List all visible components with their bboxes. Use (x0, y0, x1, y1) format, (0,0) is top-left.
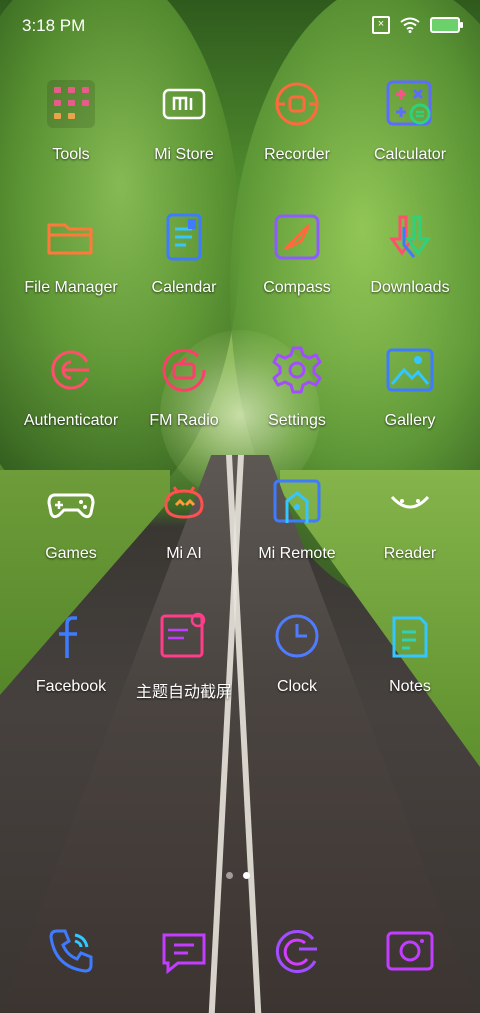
app-label: Games (45, 545, 97, 562)
app-settings[interactable]: Settings (237, 344, 357, 454)
app-label: Gallery (384, 412, 436, 429)
app-label: Calendar (151, 279, 217, 296)
app-reader[interactable]: Reader (350, 477, 470, 587)
facebook-icon (59, 616, 77, 658)
app-mi-ai[interactable]: Mi AI (124, 477, 244, 587)
app-notes[interactable]: Notes (350, 610, 470, 720)
app-label: Notes (389, 678, 431, 695)
remote-icon (273, 479, 321, 523)
dock-browser[interactable] (237, 925, 357, 985)
app-file-manager[interactable]: File Manager (11, 211, 131, 321)
screenshot-icon (160, 612, 206, 658)
app-recorder[interactable]: Recorder (237, 78, 357, 188)
gear-icon (272, 346, 322, 394)
app-games[interactable]: Games (11, 477, 131, 587)
mi-ai-icon (164, 486, 204, 519)
app-clock[interactable]: Clock (237, 610, 357, 720)
app-label: Facebook (35, 678, 107, 695)
mi-store-icon (162, 88, 206, 120)
app-label: File Manager (24, 279, 118, 296)
app-label: Compass (263, 279, 331, 296)
app-label: Recorder (264, 146, 330, 163)
tools-folder-icon (47, 80, 95, 128)
fm-radio-icon (162, 348, 206, 392)
app-label: Authenticator (23, 412, 119, 429)
battery-charging-icon (430, 17, 463, 33)
app-label: Calculator (373, 146, 447, 163)
calculator-icon (386, 80, 432, 126)
camera-icon (386, 931, 434, 971)
app-mi-store[interactable]: Mi Store (124, 78, 244, 188)
notes-icon (392, 616, 428, 658)
dock (0, 925, 480, 985)
app-fm-radio[interactable]: FM Radio (124, 344, 244, 454)
app-tools[interactable]: Tools (11, 78, 131, 188)
app-mi-remote[interactable]: Mi Remote (237, 477, 357, 587)
compass-icon (274, 214, 320, 260)
reader-icon (390, 495, 430, 509)
folder-icon (47, 223, 93, 255)
app-label: Clock (276, 678, 317, 695)
app-label: Mi Remote (258, 545, 336, 562)
browser-icon (275, 930, 317, 974)
app-label: Mi Store (154, 146, 214, 163)
dock-camera[interactable] (350, 925, 470, 985)
gallery-icon (386, 348, 434, 392)
page-dot-active[interactable] (243, 872, 250, 879)
no-sim-icon: × (372, 16, 390, 34)
app-calendar[interactable]: Calendar (124, 211, 244, 321)
app-compass[interactable]: Compass (237, 211, 357, 321)
clock-icon (275, 614, 319, 658)
gamepad-icon (47, 493, 95, 519)
messages-icon (162, 933, 206, 975)
app-label: Tools (52, 146, 90, 163)
app-facebook[interactable]: Facebook (11, 610, 131, 720)
app-label: Downloads (370, 279, 450, 296)
recorder-icon (275, 82, 319, 126)
status-time: 3:18 PM (22, 16, 86, 35)
app-label: FM Radio (149, 412, 219, 429)
wifi-icon (400, 17, 420, 33)
app-calculator[interactable]: Calculator (350, 78, 470, 188)
downloads-icon (389, 215, 431, 258)
app-label: Settings (268, 412, 326, 429)
app-gallery[interactable]: Gallery (350, 344, 470, 454)
app-downloads[interactable]: Downloads (350, 211, 470, 321)
page-indicator (226, 872, 250, 879)
app-authenticator[interactable]: Authenticator (11, 344, 131, 454)
dock-messages[interactable] (124, 925, 244, 985)
status-bar: 3:18 PM × (0, 0, 480, 50)
dock-phone[interactable] (11, 925, 131, 985)
page-dot[interactable] (226, 872, 233, 879)
authenticator-icon (51, 350, 89, 390)
app-auto-screenshot[interactable]: 主题自动截屏 (124, 610, 244, 720)
phone-icon (49, 929, 93, 973)
app-label: Reader (383, 545, 437, 562)
calendar-icon (166, 213, 202, 261)
app-label: Mi AI (166, 545, 202, 562)
app-label: 主题自动截屏 (135, 684, 232, 701)
